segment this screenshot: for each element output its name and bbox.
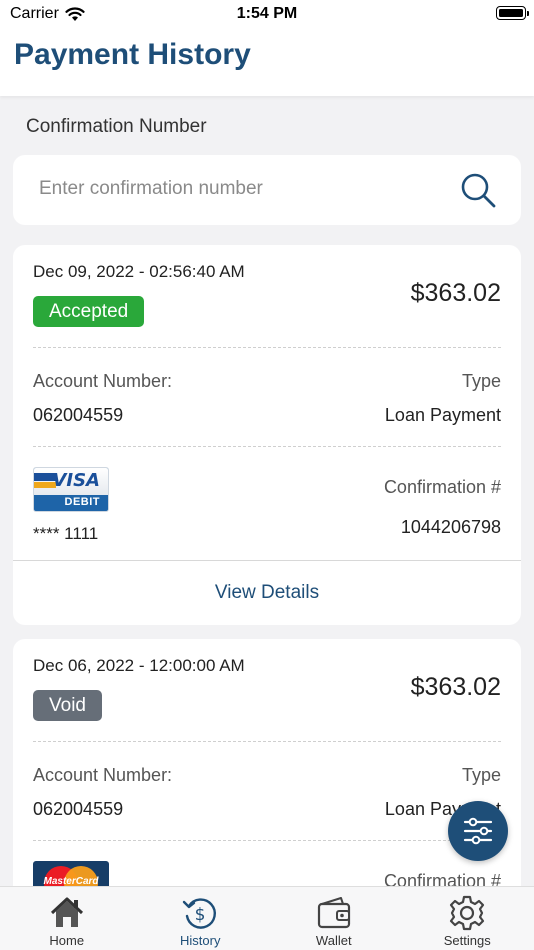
tab-history-label: History — [180, 933, 221, 948]
divider — [33, 840, 501, 841]
svg-text:$: $ — [195, 905, 206, 925]
history-dollar-icon: $ — [183, 898, 217, 929]
payment-amount: $363.02 — [410, 279, 501, 307]
payment-amount: $363.02 — [410, 673, 501, 701]
tab-home-label: Home — [49, 933, 85, 948]
payment-card[interactable]: Dec 09, 2022 - 02:56:40 AM Accepted $363… — [13, 245, 521, 625]
account-number-value: 062004559 — [33, 799, 124, 819]
confirmation-label: Confirmation # — [383, 871, 501, 886]
visa-debit-card-icon: VISA DEBIT — [33, 467, 109, 512]
tab-settings-label: Settings — [443, 933, 491, 948]
tab-wallet-label: Wallet — [315, 933, 352, 948]
tab-bar: Home $ History Wallet Settings — [0, 886, 534, 950]
status-badge: Void — [33, 690, 102, 721]
account-number-label: Account Number: — [33, 371, 173, 391]
type-label: Type — [461, 371, 501, 391]
divider — [33, 446, 501, 447]
payment-date: Dec 06, 2022 - 12:00:00 AM — [33, 656, 245, 675]
tab-home[interactable]: Home — [0, 887, 134, 950]
page-title: Payment History — [14, 38, 251, 71]
confirmation-search-field[interactable]: Enter confirmation number — [13, 155, 521, 225]
search-placeholder[interactable]: Enter confirmation number — [39, 178, 263, 200]
account-number-label: Account Number: — [33, 765, 173, 785]
mastercard-icon: MasterCard — [33, 861, 109, 886]
tab-settings[interactable]: Settings — [401, 887, 534, 950]
main-content[interactable]: Confirmation Number Enter confirmation n… — [0, 96, 534, 886]
status-time: 1:54 PM — [236, 5, 298, 22]
payment-card[interactable]: Dec 06, 2022 - 12:00:00 AM Void $363.02 … — [13, 639, 521, 886]
divider — [33, 741, 501, 742]
search-icon[interactable] — [459, 171, 497, 209]
card-brand: MasterCard — [43, 876, 99, 886]
confirmation-number-label: Confirmation Number — [26, 116, 207, 137]
divider — [33, 347, 501, 348]
home-icon — [50, 897, 83, 927]
page-header: Payment History — [0, 30, 534, 96]
card-kind: DEBIT — [64, 496, 100, 508]
view-details-button[interactable]: View Details — [13, 560, 521, 625]
tab-wallet[interactable]: Wallet — [267, 887, 401, 950]
confirmation-label: Confirmation # — [383, 477, 501, 497]
sliders-icon — [463, 817, 493, 845]
payment-date: Dec 09, 2022 - 02:56:40 AM — [33, 262, 245, 281]
tab-history[interactable]: $ History — [134, 887, 268, 950]
battery-icon — [496, 6, 529, 20]
masked-card-number: **** 1111 — [33, 524, 99, 543]
wallet-icon — [317, 897, 350, 929]
gear-icon — [450, 895, 485, 931]
type-value: Loan Payment — [384, 405, 501, 425]
status-badge: Accepted — [33, 296, 145, 327]
status-bar: Carrier 1:54 PM — [0, 0, 534, 30]
confirmation-value: 1044206798 — [400, 517, 501, 537]
type-label: Type — [461, 765, 501, 785]
card-brand: VISA — [52, 470, 100, 491]
account-number-value: 062004559 — [33, 405, 124, 425]
filter-button[interactable] — [448, 801, 508, 861]
